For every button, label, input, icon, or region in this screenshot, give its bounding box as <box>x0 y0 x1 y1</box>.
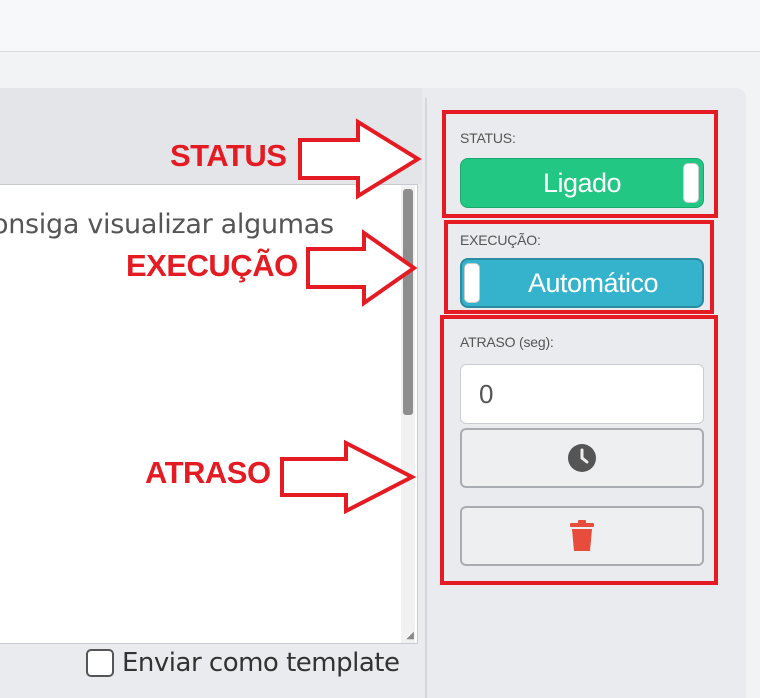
annotation-arrows <box>280 118 422 515</box>
status-arrow-icon <box>298 118 422 200</box>
execution-arrow-icon <box>306 229 418 307</box>
delay-arrow-icon <box>280 439 417 515</box>
